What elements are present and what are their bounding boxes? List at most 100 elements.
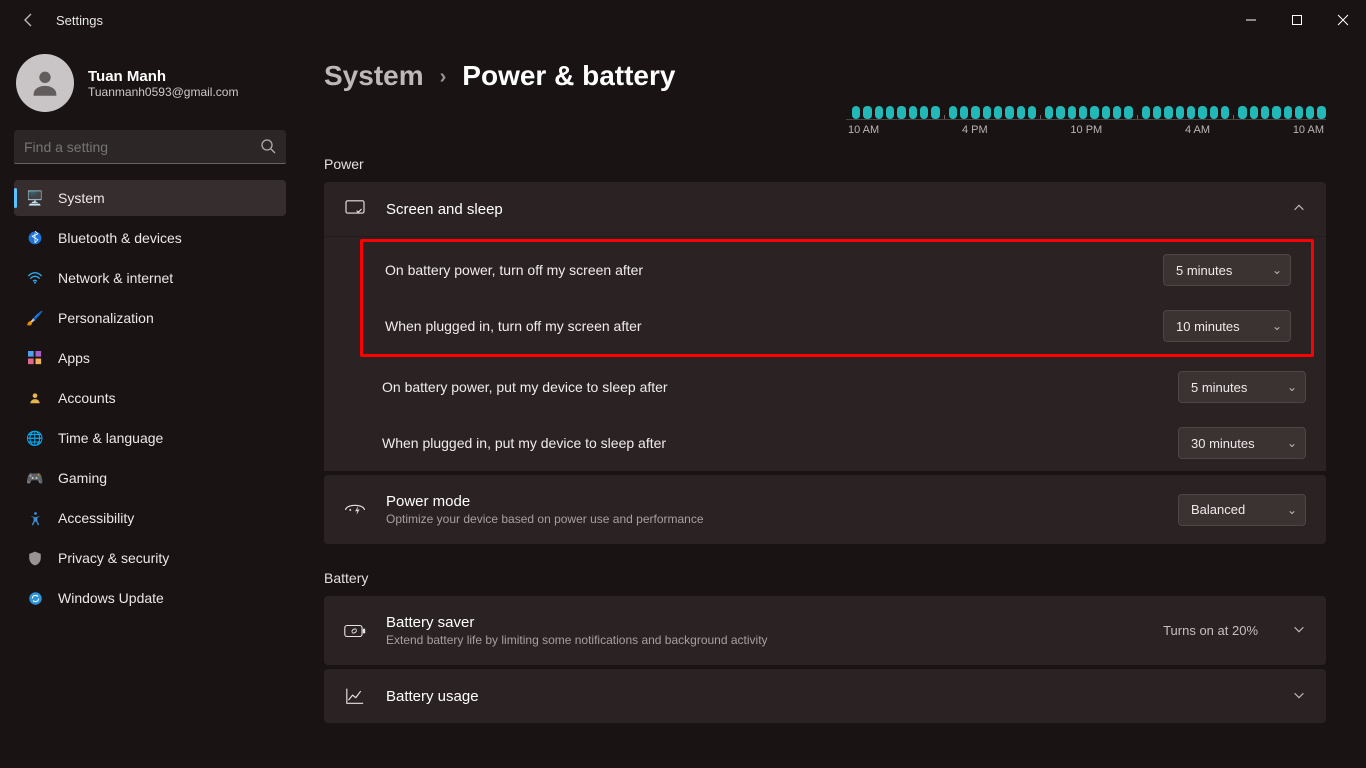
page-title: Power & battery [462,60,675,92]
battery-usage-card: Battery usage [324,669,1326,723]
search-box [14,130,286,164]
brush-icon: 🖌️ [26,309,44,327]
section-power-label: Power [324,156,1326,172]
person-icon [26,389,44,407]
gamepad-icon: 🎮 [26,469,44,487]
setting-label: On battery power, put my device to sleep… [382,379,1178,395]
sidebar: Tuan Manh Tuanmanh0593@gmail.com 🖥️ Syst… [0,40,300,768]
screen-sleep-header[interactable]: Screen and sleep [324,182,1326,236]
minimize-button[interactable] [1228,4,1274,36]
apps-icon [26,349,44,367]
nav-bluetooth[interactable]: Bluetooth & devices [14,220,286,256]
nav-label: Accessibility [58,510,134,526]
power-mode-row[interactable]: Power mode Optimize your device based on… [324,475,1326,544]
battery-saver-status: Turns on at 20% [1163,623,1258,638]
system-icon: 🖥️ [26,189,44,207]
update-icon [26,589,44,607]
sleep-plugged-dropdown[interactable]: 30 minutes ⌄ [1178,427,1306,459]
nav-list: 🖥️ System Bluetooth & devices Network & … [14,180,286,616]
nav-apps[interactable]: Apps [14,340,286,376]
shield-icon [26,549,44,567]
accessibility-icon [26,509,44,527]
chevron-down-icon [1292,688,1306,705]
dropdown-value: 5 minutes [1191,380,1247,395]
screen-off-plugged-row: When plugged in, turn off my screen afte… [363,298,1311,354]
screen-off-plugged-dropdown[interactable]: 10 minutes ⌄ [1163,310,1291,342]
chevron-down-icon: ⌄ [1272,263,1282,277]
search-icon [260,138,276,157]
close-button[interactable] [1320,4,1366,36]
setting-label: When plugged in, put my device to sleep … [382,435,1178,451]
chart-line-icon [344,687,366,705]
chevron-down-icon: ⌄ [1287,503,1297,517]
breadcrumb: System › Power & battery [324,60,1326,92]
screen-sleep-title: Screen and sleep [386,201,1272,218]
nav-label: Windows Update [58,590,164,606]
chevron-right-icon: › [440,66,447,89]
nav-label: Privacy & security [58,550,169,566]
nav-label: Gaming [58,470,107,486]
user-block[interactable]: Tuan Manh Tuanmanh0593@gmail.com [16,54,286,112]
nav-label: Accounts [58,390,116,406]
chevron-down-icon: ⌄ [1272,319,1282,333]
power-mode-dropdown[interactable]: Balanced ⌄ [1178,494,1306,526]
maximize-button[interactable] [1274,4,1320,36]
window-controls [1228,4,1366,36]
battery-saver-row[interactable]: Battery saver Extend battery life by lim… [324,596,1326,665]
battery-saver-card: Battery saver Extend battery life by lim… [324,596,1326,665]
nav-accounts[interactable]: Accounts [14,380,286,416]
power-mode-subtitle: Optimize your device based on power use … [386,512,1158,526]
sleep-battery-dropdown[interactable]: 5 minutes ⌄ [1178,371,1306,403]
dropdown-value: 30 minutes [1191,436,1255,451]
battery-saver-subtitle: Extend battery life by limiting some not… [386,633,1143,647]
nav-network[interactable]: Network & internet [14,260,286,296]
nav-label: System [58,190,105,206]
power-mode-title: Power mode [386,493,1158,510]
app-title: Settings [56,13,103,28]
chevron-down-icon: ⌄ [1287,436,1297,450]
setting-label: When plugged in, turn off my screen afte… [385,318,1163,334]
battery-usage-title: Battery usage [386,688,1272,705]
chevron-up-icon [1292,201,1306,218]
screen-sleep-card: Screen and sleep On battery power, turn … [324,182,1326,471]
nav-personalization[interactable]: 🖌️ Personalization [14,300,286,336]
sleep-battery-row: On battery power, put my device to sleep… [324,359,1326,415]
nav-gaming[interactable]: 🎮 Gaming [14,460,286,496]
wifi-icon [26,269,44,287]
globe-icon: 🌐 [26,429,44,447]
chevron-down-icon [1292,622,1306,639]
highlight-box: On battery power, turn off my screen aft… [360,239,1314,357]
nav-label: Bluetooth & devices [58,230,182,246]
nav-label: Apps [58,350,90,366]
nav-label: Personalization [58,310,154,326]
back-button[interactable] [20,11,38,29]
title-bar: Settings [0,0,1366,40]
setting-label: On battery power, turn off my screen aft… [385,262,1163,278]
screen-off-battery-row: On battery power, turn off my screen aft… [363,242,1311,298]
main-content: System › Power & battery 10 AM4 PM10 PM4… [300,40,1366,768]
screen-icon [344,200,366,218]
breadcrumb-parent[interactable]: System [324,60,424,92]
dropdown-value: 5 minutes [1176,263,1232,278]
battery-usage-row[interactable]: Battery usage [324,669,1326,723]
nav-update[interactable]: Windows Update [14,580,286,616]
avatar [16,54,74,112]
nav-label: Network & internet [58,270,173,286]
power-mode-icon [344,502,366,518]
nav-time[interactable]: 🌐 Time & language [14,420,286,456]
nav-accessibility[interactable]: Accessibility [14,500,286,536]
dropdown-value: Balanced [1191,502,1245,517]
user-name: Tuan Manh [88,68,238,85]
sleep-plugged-row: When plugged in, put my device to sleep … [324,415,1326,471]
power-mode-card: Power mode Optimize your device based on… [324,475,1326,544]
nav-system[interactable]: 🖥️ System [14,180,286,216]
nav-label: Time & language [58,430,163,446]
nav-privacy[interactable]: Privacy & security [14,540,286,576]
search-input[interactable] [14,130,286,164]
user-email: Tuanmanh0593@gmail.com [88,85,238,99]
chevron-down-icon: ⌄ [1287,380,1297,394]
battery-chart: 10 AM4 PM10 PM4 AM10 AM [324,102,1326,136]
battery-saver-title: Battery saver [386,614,1143,631]
screen-off-battery-dropdown[interactable]: 5 minutes ⌄ [1163,254,1291,286]
section-battery-label: Battery [324,570,1326,586]
